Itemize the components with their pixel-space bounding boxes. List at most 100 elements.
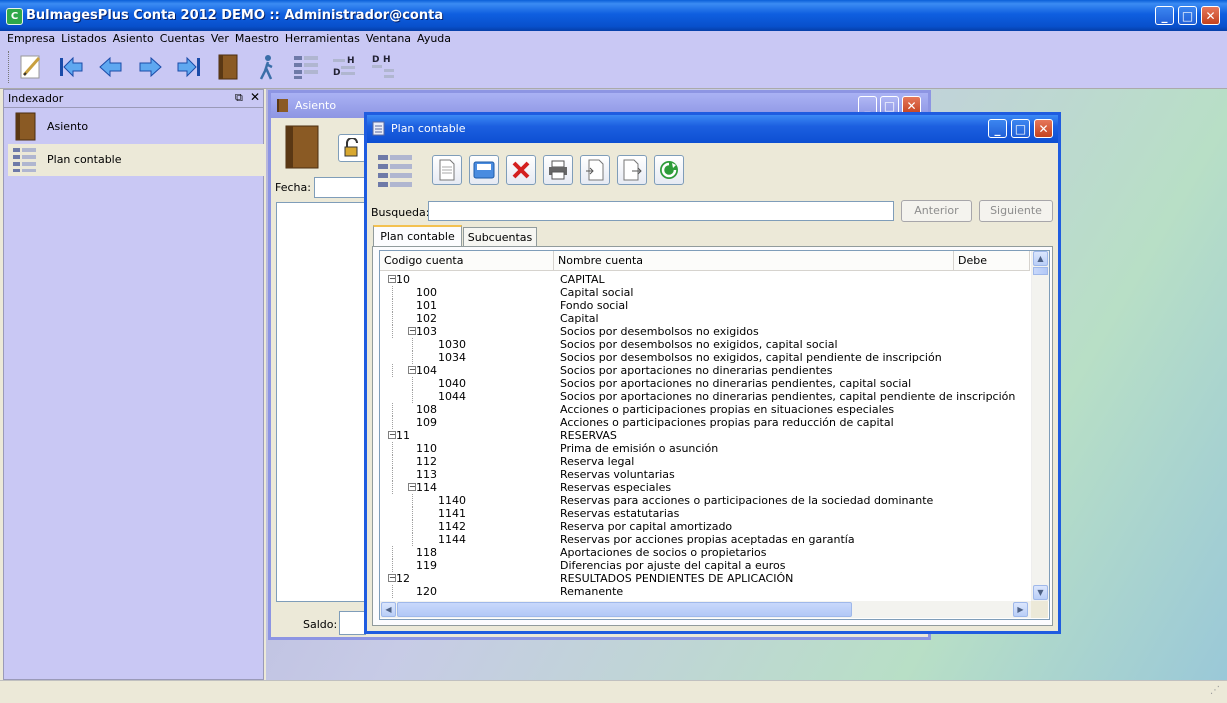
collapse-icon[interactable]: − <box>408 366 416 374</box>
table-row[interactable]: 113 Reservas voluntarias <box>380 468 1030 481</box>
vertical-scroll-thumb[interactable] <box>1033 267 1048 275</box>
table-row[interactable]: −11 RESERVAS <box>380 429 1030 442</box>
table-row[interactable]: −103 Socios por desembolsos no exigidos <box>380 325 1030 338</box>
walking-person-icon[interactable] <box>253 53 281 81</box>
nombre-cell: Reserva legal <box>560 455 635 468</box>
vertical-scrollbar[interactable]: ▲ ▼ <box>1031 251 1049 601</box>
horizontal-scrollbar[interactable]: ◀ ▶ <box>380 601 1031 618</box>
import-button[interactable] <box>580 155 610 185</box>
table-row[interactable]: 1140 Reservas para acciones o participaci… <box>380 494 1030 507</box>
menu-herramientas[interactable]: Herramientas <box>282 32 363 46</box>
scroll-right-icon[interactable]: ▶ <box>1013 602 1028 617</box>
tree-guide <box>392 481 393 494</box>
plan-close-icon[interactable]: ✕ <box>1034 119 1053 138</box>
table-row[interactable]: 1141 Reservas estatutarias <box>380 507 1030 520</box>
horizontal-scroll-thumb[interactable] <box>397 602 852 617</box>
table-row[interactable]: −104 Socios por aportaciones no dineraria… <box>380 364 1030 377</box>
scroll-corner <box>1031 601 1048 618</box>
new-button[interactable] <box>432 155 462 185</box>
tab-subcuentas[interactable]: Subcuentas <box>463 227 537 247</box>
table-row[interactable]: 1040 Socios por aportaciones no dineraria… <box>380 377 1030 390</box>
save-button[interactable] <box>469 155 499 185</box>
svg-text:H: H <box>383 55 391 65</box>
tab-plan-contable[interactable]: Plan contable <box>373 225 462 247</box>
table-row[interactable]: 1142 Reserva por capital amortizado <box>380 520 1030 533</box>
table-row[interactable]: 1044 Socios por aportaciones no dineraria… <box>380 390 1030 403</box>
scroll-left-icon[interactable]: ◀ <box>381 602 396 617</box>
header-debe[interactable]: Debe <box>954 251 1030 270</box>
collapse-icon[interactable]: − <box>408 327 416 335</box>
table-row[interactable]: 110 Prima de emisión o asunción <box>380 442 1030 455</box>
table-row[interactable]: 1034 Socios por desembolsos no exigidos, … <box>380 351 1030 364</box>
codigo-cell: 110 <box>416 442 437 455</box>
refresh-button[interactable] <box>654 155 684 185</box>
collapse-icon[interactable]: − <box>388 275 396 283</box>
main-title-bar[interactable]: C BulmagesPlus Conta 2012 DEMO :: Admini… <box>0 0 1227 31</box>
next-icon[interactable] <box>136 53 164 81</box>
plan-maximize-icon[interactable]: □ <box>1011 119 1030 138</box>
table-row[interactable]: 1144 Reservas por acciones propias acepta… <box>380 533 1030 546</box>
table-row[interactable]: −12 RESULTADOS PENDIENTES DE APLICACIÓN <box>380 572 1030 585</box>
table-row[interactable]: 109 Acciones o participaciones propias pa… <box>380 416 1030 429</box>
close-icon[interactable]: ✕ <box>1201 6 1220 25</box>
app-icon[interactable]: C <box>6 8 23 25</box>
table-row[interactable]: 1030 Socios por desembolsos no exigidos, … <box>380 338 1030 351</box>
plan-minimize-icon[interactable]: _ <box>988 119 1007 138</box>
first-icon[interactable] <box>57 53 85 81</box>
last-icon[interactable] <box>175 53 203 81</box>
book-icon[interactable] <box>214 53 242 81</box>
menu-empresa[interactable]: Empresa <box>4 32 58 46</box>
menu-cuentas[interactable]: Cuentas <box>157 32 208 46</box>
unlock-button[interactable] <box>338 134 366 162</box>
collapse-icon[interactable]: − <box>388 574 396 582</box>
menu-asiento[interactable]: Asiento <box>110 32 157 46</box>
table-row[interactable]: −10 CAPITAL <box>380 273 1030 286</box>
table-row[interactable]: 118 Aportaciones de socios o propietarios <box>380 546 1030 559</box>
minimize-icon[interactable]: _ <box>1155 6 1174 25</box>
lock-icon <box>344 138 358 157</box>
table-row[interactable]: 101 Fondo social <box>380 299 1030 312</box>
menu-listados[interactable]: Listados <box>58 32 109 46</box>
nombre-cell: Capital <box>560 312 599 325</box>
previous-icon[interactable] <box>97 53 125 81</box>
scroll-up-icon[interactable]: ▲ <box>1033 251 1048 266</box>
table-row[interactable]: 120 Remanente <box>380 585 1030 598</box>
plan-title-bar[interactable]: Plan contable _ □ ✕ <box>367 115 1058 143</box>
table-row[interactable]: 112 Reserva legal <box>380 455 1030 468</box>
resize-grip-icon[interactable]: ⋰ <box>1210 685 1220 696</box>
accounts-tree-table[interactable]: Codigo cuenta Nombre cuenta Debe −10 CAPI… <box>379 250 1050 620</box>
menu-ayuda[interactable]: Ayuda <box>414 32 454 46</box>
export-button[interactable] <box>617 155 647 185</box>
print-button[interactable] <box>543 155 573 185</box>
table-row[interactable]: 102 Capital <box>380 312 1030 325</box>
search-input[interactable] <box>428 201 894 221</box>
account-tree-icon[interactable] <box>292 53 320 81</box>
collapse-icon[interactable]: − <box>388 431 396 439</box>
table-row[interactable]: −114 Reservas especiales <box>380 481 1030 494</box>
dock-item-plan-contable[interactable]: Plan contable <box>8 144 264 176</box>
float-icon[interactable]: ⧉ <box>235 91 243 105</box>
anterior-button[interactable]: Anterior <box>901 200 972 222</box>
table-row[interactable]: 119 Diferencias por ajuste del capital a … <box>380 559 1030 572</box>
pencil-icon[interactable] <box>17 53 45 81</box>
dock-item-asiento[interactable]: Asiento <box>8 111 264 143</box>
debe-haber-list-icon[interactable]: D H <box>370 53 398 81</box>
saldo-input[interactable] <box>339 611 366 635</box>
fecha-input[interactable] <box>314 177 366 198</box>
maximize-icon[interactable]: □ <box>1178 6 1197 25</box>
siguiente-button[interactable]: Siguiente <box>979 200 1053 222</box>
header-nombre-cuenta[interactable]: Nombre cuenta <box>554 251 954 270</box>
table-row[interactable]: 100 Capital social <box>380 286 1030 299</box>
dock-close-icon[interactable]: ✕ <box>250 90 260 104</box>
table-row[interactable]: 108 Acciones o participaciones propias en… <box>380 403 1030 416</box>
delete-button[interactable] <box>506 155 536 185</box>
menu-ventana[interactable]: Ventana <box>363 32 414 46</box>
header-codigo-cuenta[interactable]: Codigo cuenta <box>380 251 554 270</box>
menu-ver[interactable]: Ver <box>208 32 232 46</box>
debe-haber-icon[interactable]: H D <box>331 53 359 81</box>
asiento-lines-table[interactable] <box>276 202 366 602</box>
nombre-cell: Diferencias por ajuste del capital a eur… <box>560 559 786 572</box>
collapse-icon[interactable]: − <box>408 483 416 491</box>
menu-maestro[interactable]: Maestro <box>232 32 282 46</box>
scroll-down-icon[interactable]: ▼ <box>1033 585 1048 600</box>
